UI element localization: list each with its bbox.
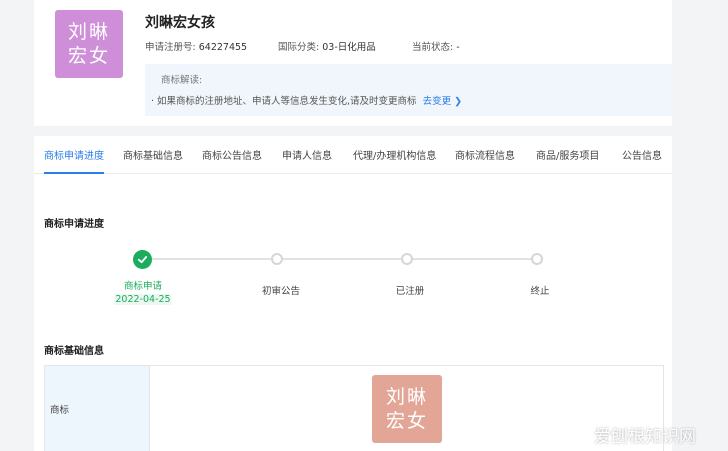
class-value: 03-日化用品 (322, 42, 376, 53)
step-done-check-icon (133, 250, 152, 269)
basic-info-table: 商标 刘晽 宏女 (44, 365, 664, 451)
step-dot-preliminary (271, 253, 283, 265)
tab-bar: 商标申请进度 商标基础信息 商标公告信息 申请人信息 代理/办理机构信息 商标流… (34, 142, 672, 174)
status-field: 当前状态: - (412, 39, 460, 53)
reg-number-field: 申请注册号: 64227455 (145, 39, 247, 53)
info-key-cell: 商标 (45, 366, 150, 451)
tab-agency-info[interactable]: 代理/办理机构信息 (353, 142, 436, 174)
step-label-terminated: 终止 (530, 286, 550, 297)
info-key-label: 商标 (50, 405, 70, 416)
tab-basic-info[interactable]: 商标基础信息 (123, 142, 183, 174)
tab-applicant-info[interactable]: 申请人信息 (282, 142, 332, 174)
status-value: - (456, 42, 460, 53)
site-watermark: 爱刨根知识网 (594, 427, 696, 447)
tab-notice-info[interactable]: 公告信息 (622, 142, 662, 174)
progress-section-title: 商标申请进度 (44, 219, 104, 230)
status-label: 当前状态: (412, 42, 454, 53)
class-field: 国际分类: 03-日化用品 (278, 39, 376, 53)
trademark-image: 刘晽 宏女 (372, 375, 442, 443)
tab-announcement-info[interactable]: 商标公告信息 (202, 142, 262, 174)
step-label-registered: 已注册 (395, 286, 425, 297)
step-dot-terminated (531, 253, 543, 265)
note-text-row: · 如果商标的注册地址、申请人等信息发生变化,请及时变更商标 去变更 ❯ (151, 93, 462, 107)
trademark-note: 商标解读: · 如果商标的注册地址、申请人等信息发生变化,请及时变更商标 去变更 … (145, 64, 672, 116)
step-label-application: 商标申请 (123, 281, 163, 292)
reg-number-value: 64227455 (198, 42, 248, 53)
basic-info-section-title: 商标基础信息 (44, 346, 104, 357)
tab-goods-services[interactable]: 商品/服务项目 (536, 142, 599, 174)
step-label-preliminary: 初审公告 (261, 286, 301, 297)
step-date-application: 2022-04-25 (114, 294, 172, 305)
class-label: 国际分类: (278, 42, 320, 53)
step-dot-registered (401, 253, 413, 265)
progress-track (143, 258, 537, 260)
note-text: · 如果商标的注册地址、申请人等信息发生变化,请及时变更商标 (151, 96, 417, 107)
tab-progress[interactable]: 商标申请进度 (44, 142, 104, 174)
note-title: 商标解读: (161, 75, 203, 86)
trademark-name: 刘晽宏女孩 (145, 15, 215, 31)
tab-process-info[interactable]: 商标流程信息 (455, 142, 515, 174)
section-gap (34, 126, 672, 136)
reg-number-label: 申请注册号: (145, 42, 196, 53)
change-link[interactable]: 去变更 ❯ (423, 96, 462, 107)
trademark-logo: 刘晽 宏女 (55, 10, 123, 78)
